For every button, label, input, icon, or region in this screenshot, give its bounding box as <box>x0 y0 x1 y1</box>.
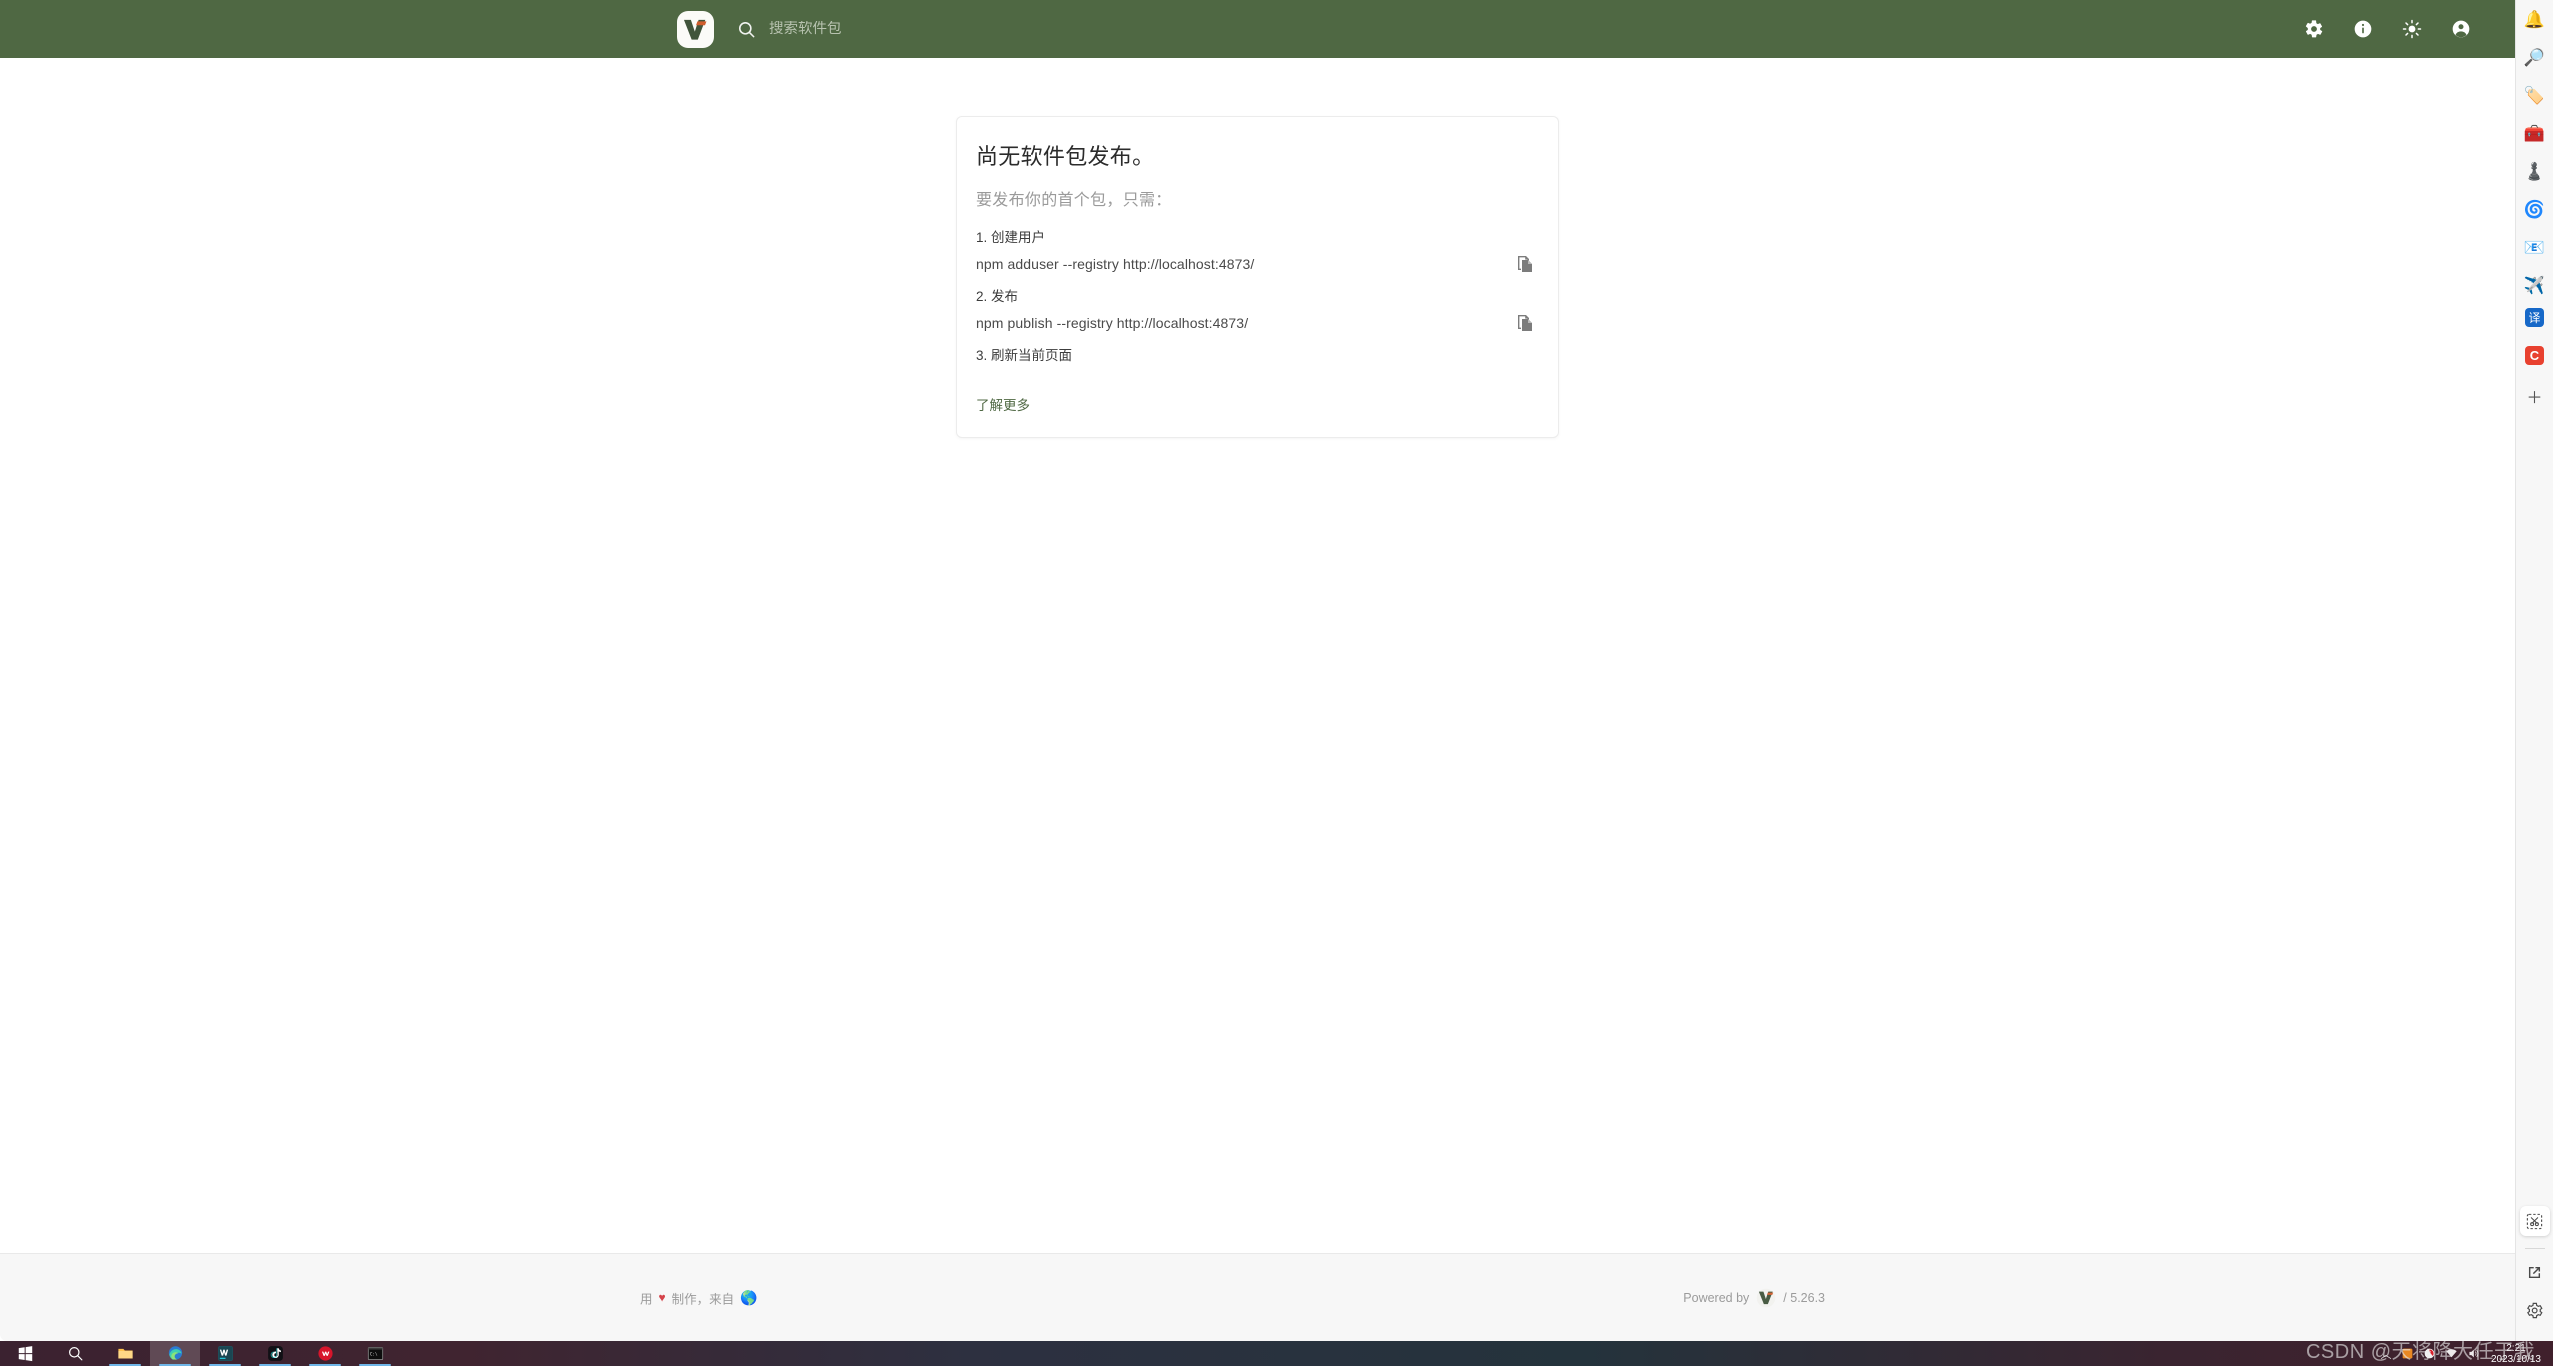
orange-square-icon <box>2403 1348 2413 1359</box>
external-link-icon <box>2528 1266 2541 1278</box>
windows-taskbar: C:\ ︿ 2:21 2023/10/13 <box>0 1341 2553 1366</box>
step-1-label: 1. 创建用户 <box>976 229 1046 245</box>
file-explorer[interactable] <box>100 1341 150 1366</box>
copy-icon <box>1518 255 1532 272</box>
svg-text:C:\: C:\ <box>369 1351 377 1357</box>
step-2-label: 2. 发布 <box>976 288 1019 304</box>
account-circle-icon <box>2452 20 2470 38</box>
red-circle-app-icon <box>317 1346 333 1361</box>
search-input[interactable] <box>769 21 1099 37</box>
windows-icon <box>18 1346 32 1362</box>
screen-root: 尚无软件包发布。 要发布你的首个包，只需： 1. 创建用户 npm adduse… <box>0 0 2553 1366</box>
tray-chevron-up-icon[interactable]: ︿ <box>2375 1341 2397 1366</box>
start-button[interactable] <box>0 1341 50 1366</box>
microsoft-edge[interactable] <box>150 1341 200 1366</box>
edge-icon <box>168 1346 182 1361</box>
terminal-icon: C:\ <box>367 1347 383 1360</box>
add-sidebar-app-icon[interactable]: ＋ <box>2520 384 2550 414</box>
open-in-new-window-icon[interactable] <box>2520 1257 2550 1287</box>
main-content: 尚无软件包发布。 要发布你的首个包，只需： 1. 创建用户 npm adduse… <box>0 58 2515 1253</box>
step-1-command: npm adduser --registry http://localhost:… <box>976 255 1255 272</box>
gear-icon <box>2305 20 2323 38</box>
footer-credit: 用 ♥ 制作，来自 🌎 <box>640 1288 758 1307</box>
outlook-icon[interactable]: 📧 <box>2520 232 2550 262</box>
verdaccio-logo-icon <box>1757 1288 1776 1307</box>
copilot-icon[interactable]: 🌀 <box>2520 194 2550 224</box>
copy-publish-button[interactable] <box>1514 311 1536 335</box>
info-icon <box>2354 20 2372 38</box>
edge-sidebar: 🔔 🔎 🏷️ 🧰 ♟️ 🌀 📧 ✈️ 译 C ＋ <box>2515 0 2553 1341</box>
verdaccio-logo-icon <box>683 19 707 40</box>
system-tray: ︿ 2:21 2023/10/13 <box>2375 1341 2553 1366</box>
heart-icon: ♥ <box>658 1290 666 1305</box>
footer-powered-by: Powered by / 5.26.3 <box>1683 1288 1825 1308</box>
volume-icon <box>2469 1349 2479 1358</box>
powered-by-label: Powered by <box>1683 1290 1750 1305</box>
footer-made-prefix: 用 <box>640 1292 653 1306</box>
footer-made-middle: 制作，来自 <box>671 1292 735 1306</box>
step-2-command-row: npm publish --registry http://localhost:… <box>976 311 1536 335</box>
clock-date: 2023/10/13 <box>2490 1353 2541 1365</box>
webstorm[interactable] <box>200 1341 250 1366</box>
scissors-icon <box>2526 1213 2543 1229</box>
no-packages-card: 尚无软件包发布。 要发布你的首个包，只需： 1. 创建用户 npm adduse… <box>956 116 1559 438</box>
publish-steps: 1. 创建用户 npm adduser --registry http://lo… <box>976 227 1536 367</box>
search-icon <box>68 1347 82 1361</box>
taskbar-clock[interactable]: 2:21 2023/10/13 <box>2485 1343 2549 1365</box>
taskbar-search[interactable] <box>50 1341 100 1366</box>
folder-icon <box>117 1348 133 1359</box>
tray-app-white-icon[interactable] <box>2419 1341 2441 1366</box>
verdaccio-header <box>0 0 2515 58</box>
clock-time: 2:21 <box>2506 1342 2526 1354</box>
tray-network-icon[interactable] <box>2441 1341 2463 1366</box>
notifications-icon[interactable]: 🔔 <box>2520 4 2550 34</box>
theme-toggle-button[interactable] <box>2394 11 2430 47</box>
page-footer: 用 ♥ 制作，来自 🌎 Powered by / 5.26.3 <box>0 1253 2515 1341</box>
copy-adduser-button[interactable] <box>1514 252 1536 276</box>
tray-volume-icon[interactable] <box>2463 1341 2485 1366</box>
telegram-icon[interactable]: ✈️ <box>2520 270 2550 300</box>
version-label: / 5.26.3 <box>1783 1290 1825 1305</box>
tiktok[interactable] <box>250 1341 300 1366</box>
translate-icon[interactable]: 译 <box>2525 308 2544 327</box>
tiktok-icon <box>267 1346 283 1361</box>
globe-icon: 🌎 <box>740 1289 758 1305</box>
sun-icon <box>2402 19 2422 39</box>
sidebar-divider <box>2524 1248 2545 1249</box>
learn-more-link[interactable]: 了解更多 <box>976 394 1030 414</box>
settings-button[interactable] <box>2296 11 2332 47</box>
webstorm-icon <box>217 1346 233 1361</box>
gear-icon <box>2527 1302 2543 1318</box>
header-actions <box>2296 0 2479 58</box>
account-button[interactable] <box>2443 11 2479 47</box>
tray-app-orange-icon[interactable] <box>2397 1341 2419 1366</box>
step-1-command-row: npm adduser --registry http://localhost:… <box>976 252 1536 276</box>
header-left-group <box>677 10 1099 48</box>
search-icon <box>739 21 755 37</box>
verdaccio-logo[interactable] <box>677 10 714 48</box>
csdn-icon[interactable]: C <box>2525 346 2544 365</box>
step-3-label: 3. 刷新当前页面 <box>976 347 1073 363</box>
maxthon[interactable] <box>300 1341 350 1366</box>
information-button[interactable] <box>2345 11 2381 47</box>
shopping-tag-icon[interactable]: 🏷️ <box>2520 80 2550 110</box>
card-title: 尚无软件包发布。 <box>976 144 1155 169</box>
search-bar[interactable] <box>737 10 1099 48</box>
games-chess-icon[interactable]: ♟️ <box>2520 156 2550 186</box>
browser-viewport: 尚无软件包发布。 要发布你的首个包，只需： 1. 创建用户 npm adduse… <box>0 0 2515 1341</box>
step-2-command: npm publish --registry http://localhost:… <box>976 314 1249 331</box>
tools-briefcase-icon[interactable]: 🧰 <box>2520 118 2550 148</box>
card-subtitle: 要发布你的首个包，只需： <box>976 191 1172 209</box>
network-icon <box>2446 1349 2458 1358</box>
terminal[interactable]: C:\ <box>350 1341 400 1366</box>
copy-icon <box>1518 314 1532 331</box>
sidebar-settings-icon[interactable] <box>2520 1295 2550 1325</box>
bing-search-icon[interactable]: 🔎 <box>2520 42 2550 72</box>
screenshot-icon[interactable] <box>2519 1206 2550 1236</box>
white-circle-icon <box>2425 1348 2435 1359</box>
